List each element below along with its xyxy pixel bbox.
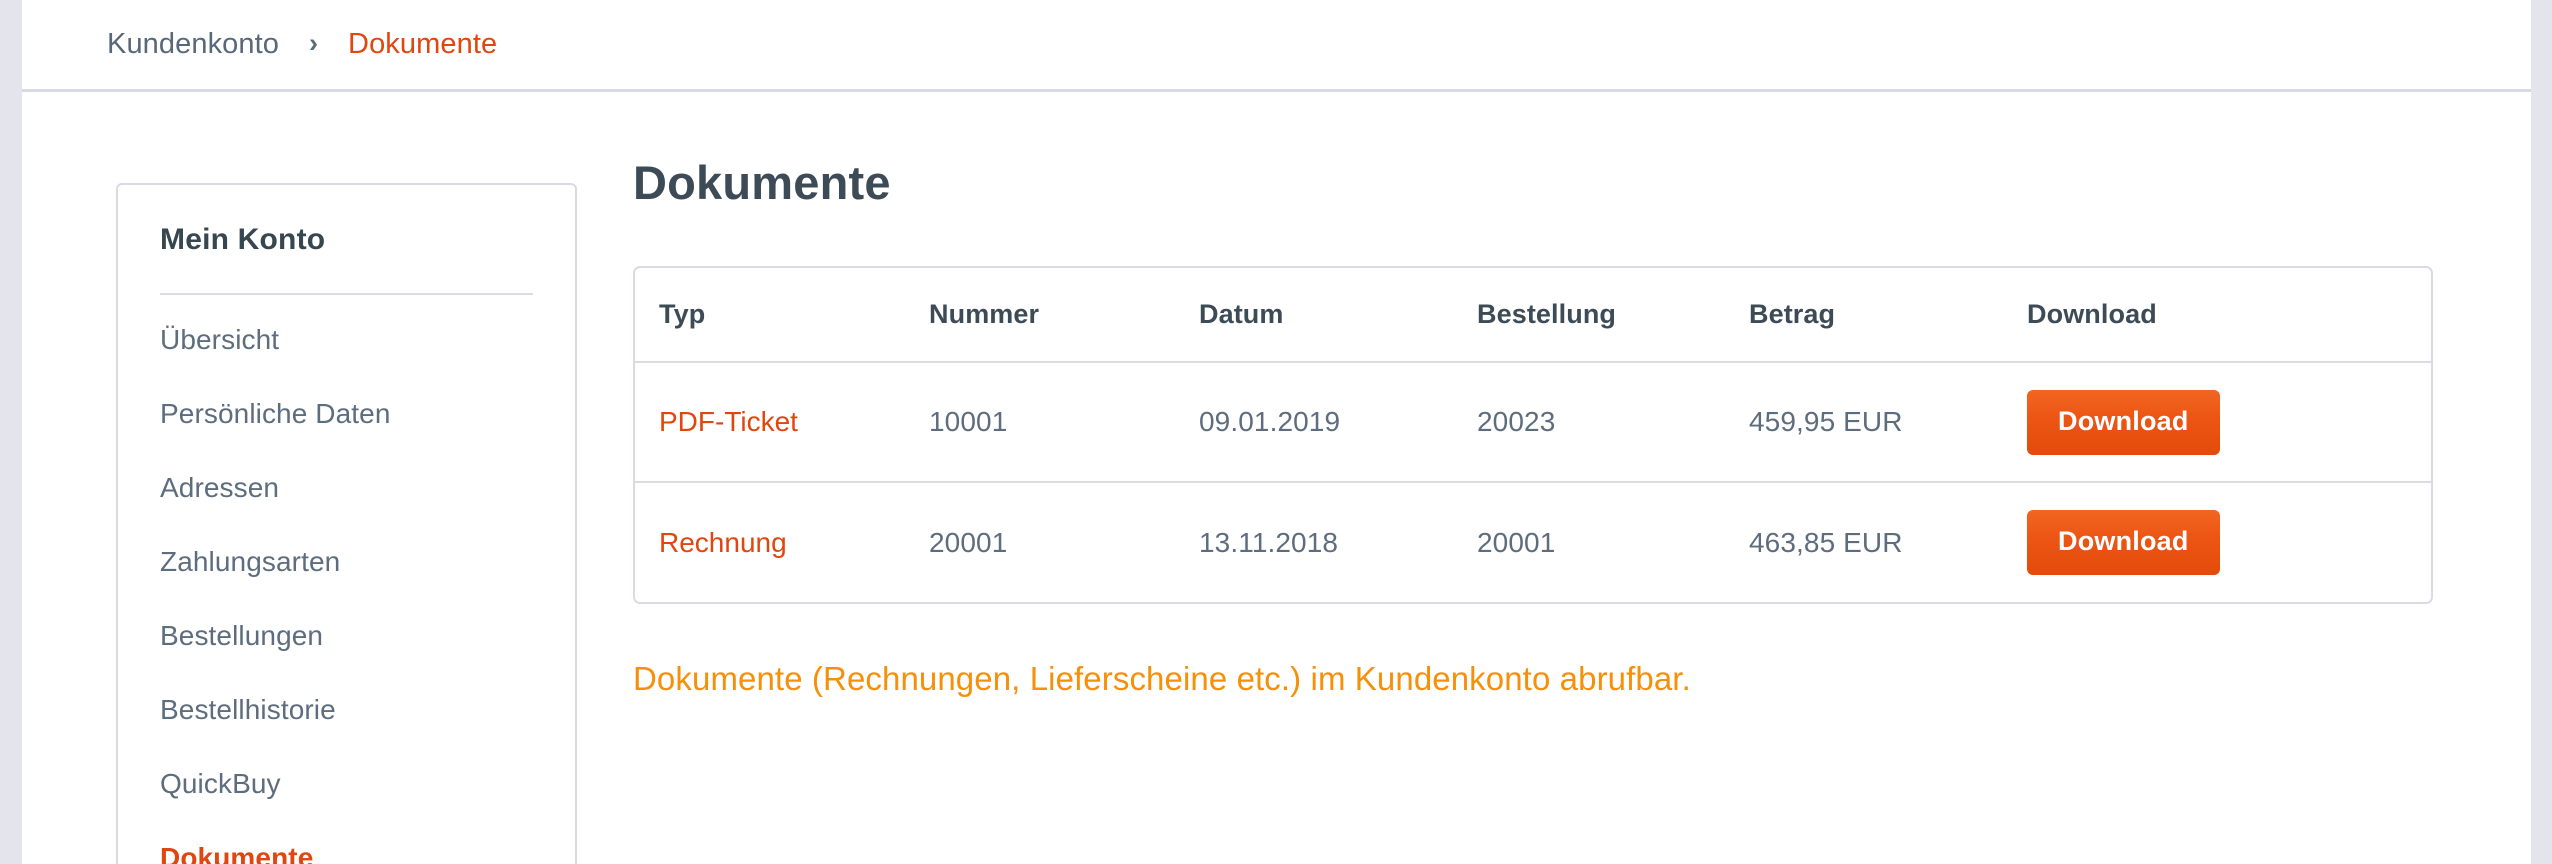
column-header-typ: Typ bbox=[635, 268, 905, 363]
account-sidebar: Mein Konto Übersicht Persönliche Daten A… bbox=[116, 183, 577, 864]
download-button[interactable]: Download bbox=[2027, 510, 2220, 575]
cell-download: Download bbox=[2003, 481, 2431, 602]
table-row: Rechnung 20001 13.11.2018 20001 463,85 E… bbox=[635, 481, 2431, 602]
cell-bestellung: 20023 bbox=[1477, 406, 1556, 437]
sidebar-item-adressen[interactable]: Adressen bbox=[160, 451, 533, 525]
table-row: PDF-Ticket 10001 09.01.2019 20023 459,95… bbox=[635, 362, 2431, 482]
table-body: PDF-Ticket 10001 09.01.2019 20023 459,95… bbox=[635, 362, 2431, 602]
sidebar-item-uebersicht[interactable]: Übersicht bbox=[160, 303, 533, 377]
sidebar-item-quickbuy[interactable]: QuickBuy bbox=[160, 747, 533, 821]
documents-notice: Dokumente (Rechnungen, Lieferscheine etc… bbox=[633, 660, 1691, 697]
sidebar-nav: Übersicht Persönliche Daten Adressen Zah… bbox=[160, 303, 533, 864]
breadcrumb-current-dokumente: Dokumente bbox=[348, 28, 498, 60]
cell-datum: 13.11.2018 bbox=[1175, 481, 1453, 602]
sidebar-item-dokumente[interactable]: Dokumente bbox=[160, 821, 533, 864]
cell-typ: Rechnung bbox=[635, 481, 905, 602]
documents-table: Typ Nummer Datum Bestellung Betrag Downl… bbox=[635, 268, 2431, 602]
column-header-datum: Datum bbox=[1175, 268, 1453, 363]
column-header-download: Download bbox=[2003, 268, 2431, 363]
document-type-link[interactable]: Rechnung bbox=[659, 527, 787, 558]
breadcrumb-link-kundenkonto[interactable]: Kundenkonto bbox=[107, 28, 279, 61]
cell-bestellung: 20001 bbox=[1453, 481, 1725, 602]
table-header-row: Typ Nummer Datum Bestellung Betrag Downl… bbox=[635, 268, 2431, 363]
sidebar-item-bestellhistorie[interactable]: Bestellhistorie bbox=[160, 673, 533, 747]
cell-nummer: 10001 bbox=[929, 406, 1008, 437]
sidebar-item-zahlungsarten[interactable]: Zahlungsarten bbox=[160, 525, 533, 599]
download-button[interactable]: Download bbox=[2027, 389, 2220, 455]
column-header-bestellung: Bestellung bbox=[1453, 268, 1725, 363]
cell-betrag: 463,85 EUR bbox=[1725, 481, 2003, 602]
breadcrumb: Kundenkonto › Dokumente bbox=[22, 0, 2531, 92]
content-area: Mein Konto Übersicht Persönliche Daten A… bbox=[22, 95, 2531, 864]
column-header-betrag: Betrag bbox=[1725, 268, 2003, 363]
cell-datum: 09.01.2019 bbox=[1199, 406, 1341, 437]
documents-table-container: Typ Nummer Datum Bestellung Betrag Downl… bbox=[633, 266, 2433, 604]
page-title: Dokumente bbox=[633, 156, 891, 209]
sidebar-item-bestellungen[interactable]: Bestellungen bbox=[160, 599, 533, 673]
column-header-nummer: Nummer bbox=[905, 268, 1175, 363]
page-root: Kundenkonto › Dokumente Mein Konto Übers… bbox=[0, 0, 2552, 864]
cell-download: Download bbox=[2003, 362, 2431, 482]
sidebar-item-persoenliche-daten[interactable]: Persönliche Daten bbox=[160, 377, 533, 451]
table-header: Typ Nummer Datum Bestellung Betrag Downl… bbox=[635, 268, 2431, 363]
chevron-right-icon: › bbox=[309, 28, 319, 58]
sidebar-divider bbox=[160, 293, 533, 295]
document-type-link[interactable]: PDF-Ticket bbox=[659, 406, 798, 437]
sidebar-title: Mein Konto bbox=[160, 223, 326, 256]
cell-betrag: 459,95 EUR bbox=[1749, 406, 1903, 437]
cell-nummer: 20001 bbox=[905, 481, 1175, 602]
main-content: Dokumente Typ Nummer Datum Bestellung Be… bbox=[633, 155, 2453, 698]
cell-typ: PDF-Ticket bbox=[635, 362, 905, 482]
